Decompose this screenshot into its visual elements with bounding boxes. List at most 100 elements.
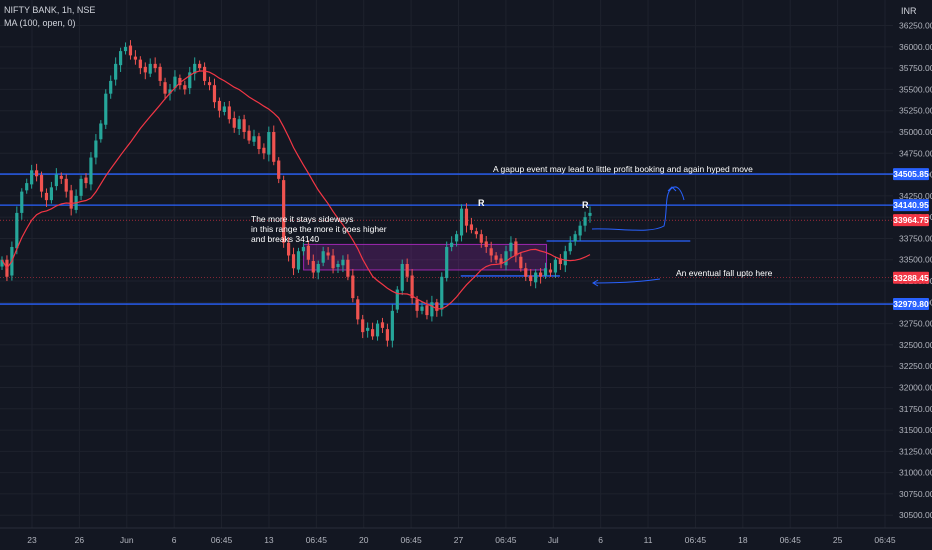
price-tick-label: 32250.00 xyxy=(899,361,932,371)
candle-body xyxy=(351,275,355,299)
candle-body xyxy=(158,66,162,81)
ma-legend[interactable]: MA (100, open, 0) xyxy=(4,18,76,28)
time-tick-label: 13 xyxy=(264,535,274,545)
time-axis[interactable]: 23 26 Jun 6 06:45 13 06:45 20 06:45 27 06:45 Jul 6 11… xyxy=(0,527,932,545)
candle-body xyxy=(104,93,108,125)
candle-body xyxy=(380,322,385,328)
candle-body xyxy=(316,264,320,273)
candle-body xyxy=(222,106,226,112)
fall-target-arrow xyxy=(592,278,661,287)
candle-body xyxy=(291,254,296,269)
candle-body xyxy=(321,251,325,263)
candle-body xyxy=(237,119,241,130)
sideways-annotation-line: in this range the more it goes higher xyxy=(251,224,387,234)
sideways-annotation-line: and breaks 34140 xyxy=(251,234,320,244)
price-tick-label: 33500.00 xyxy=(899,255,932,265)
candle-body xyxy=(425,305,429,316)
candle-body xyxy=(153,63,157,69)
candle-body xyxy=(420,306,424,311)
candle-body xyxy=(143,66,147,73)
candle-body xyxy=(84,177,88,184)
candle-body xyxy=(25,183,29,191)
candle-body xyxy=(79,178,83,196)
candle-body xyxy=(474,231,478,235)
candle-body xyxy=(370,329,375,337)
candle-body xyxy=(450,242,454,247)
price-tick-label: 30750.00 xyxy=(899,489,932,499)
candle-body xyxy=(44,192,49,201)
time-tick-label: 06:45 xyxy=(211,535,233,545)
time-tick-label: 11 xyxy=(644,535,653,545)
price-tick-label: 31250.00 xyxy=(899,446,932,456)
candle-body xyxy=(311,261,315,273)
price-tick-label: 31750.00 xyxy=(899,404,932,414)
time-tick-label: 06:45 xyxy=(874,535,896,545)
candle-body xyxy=(59,175,63,179)
level-tag-label: 34505.85 xyxy=(893,169,929,179)
time-tick-label: 6 xyxy=(172,535,177,545)
price-tick-label: 35500.00 xyxy=(899,84,932,94)
candle-body xyxy=(64,178,68,192)
candle-body xyxy=(583,217,587,226)
candle-body xyxy=(454,234,459,242)
time-tick-label: 06:45 xyxy=(400,535,422,545)
time-tick-label: 27 xyxy=(454,535,464,545)
time-tick-label: 06:45 xyxy=(685,535,707,545)
candle-body xyxy=(568,242,572,252)
gapup-annotation: A gapup event may lead to little profit … xyxy=(493,164,753,174)
candle-body xyxy=(49,187,54,201)
candle-body xyxy=(39,175,44,192)
ma-100-line xyxy=(1,70,591,310)
candle-body xyxy=(217,100,222,111)
candle-body xyxy=(538,272,543,277)
candle-body xyxy=(440,276,444,310)
price-tick-label: 30500.00 xyxy=(899,510,932,520)
candle-body xyxy=(212,85,217,103)
candle-body xyxy=(459,208,464,236)
candle-body xyxy=(519,256,523,269)
candle-body xyxy=(69,190,73,209)
candle-body xyxy=(331,255,335,269)
candle-body xyxy=(504,251,508,266)
candle-body xyxy=(494,255,498,260)
candle-body xyxy=(198,63,202,69)
time-tick-label: 26 xyxy=(75,535,85,545)
candle-body xyxy=(123,46,128,52)
candle-body xyxy=(529,275,533,282)
candle-body xyxy=(128,45,133,56)
candle-body xyxy=(543,268,548,276)
candle-body xyxy=(435,302,439,311)
price-tick-label: 36250.00 xyxy=(899,21,932,31)
candle-body xyxy=(385,329,390,341)
price-tick-label: 35000.00 xyxy=(899,127,932,137)
candle-body xyxy=(553,259,558,273)
level-tag-label: 33288.45 xyxy=(893,273,929,283)
candle-body xyxy=(109,80,113,94)
candle-body xyxy=(514,241,518,256)
candle-body xyxy=(89,157,93,185)
price-chart[interactable]: 36250.00 36000.00 35750.00 35500.00 35250.00… xyxy=(0,0,932,550)
price-tick-label: 34750.00 xyxy=(899,148,932,158)
time-tick-label: Jul xyxy=(548,535,559,545)
candle-body xyxy=(232,117,236,128)
candle-body xyxy=(509,242,513,252)
candle-body xyxy=(445,246,449,279)
time-tick-label: 18 xyxy=(738,535,748,545)
sideways-annotation: The more it stays sideways in this range… xyxy=(251,214,387,244)
candle-body xyxy=(15,212,19,249)
time-tick-label: 6 xyxy=(598,535,603,545)
candle-body xyxy=(267,132,271,155)
time-tick-label: 23 xyxy=(27,535,37,545)
candle-body xyxy=(356,299,360,320)
candle-body xyxy=(148,63,152,74)
candle-body xyxy=(207,82,212,86)
sideways-annotation-line: The more it stays sideways xyxy=(251,214,354,224)
candle-body xyxy=(366,327,370,331)
price-tick-label: 32500.00 xyxy=(899,340,932,350)
candle-body xyxy=(252,136,256,142)
time-tick-label: 25 xyxy=(833,535,843,545)
symbol-legend[interactable]: NIFTY BANK, 1h, NSE xyxy=(4,5,95,15)
candle-body xyxy=(163,82,167,94)
candle-body xyxy=(326,252,330,256)
candle-body xyxy=(296,251,301,270)
